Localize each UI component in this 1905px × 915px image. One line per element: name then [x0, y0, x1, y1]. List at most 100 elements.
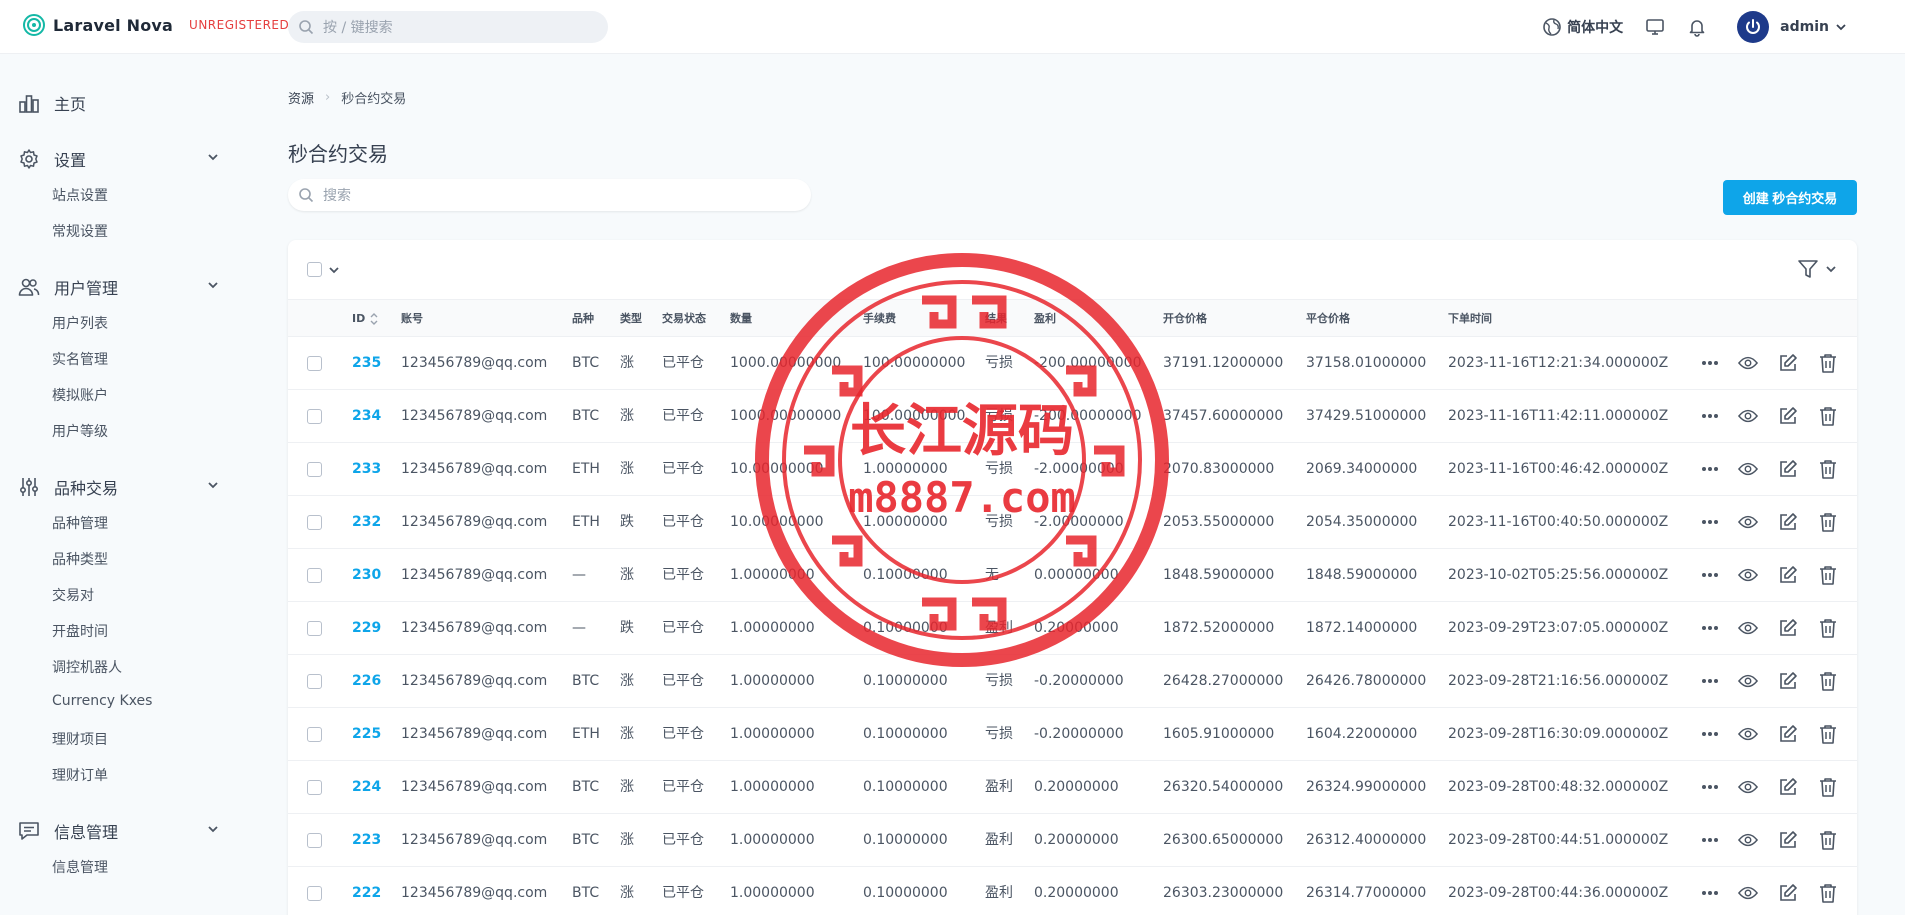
row-checkbox[interactable]	[307, 515, 322, 530]
delete-icon[interactable]	[1818, 883, 1838, 903]
row-checkbox[interactable]	[307, 833, 322, 848]
cell-id[interactable]: 230	[352, 549, 381, 602]
view-icon[interactable]	[1738, 406, 1758, 426]
sidebar-item-symbols[interactable]: 品种管理	[52, 513, 108, 533]
column-header-id[interactable]: ID	[352, 300, 378, 337]
delete-icon[interactable]	[1818, 353, 1838, 373]
more-icon[interactable]	[1700, 883, 1720, 903]
row-checkbox[interactable]	[307, 462, 322, 477]
view-icon[interactable]	[1738, 565, 1758, 585]
select-all-dropdown[interactable]	[307, 262, 340, 277]
edit-icon[interactable]	[1778, 777, 1798, 797]
delete-icon[interactable]	[1818, 724, 1838, 744]
cell-id[interactable]: 225	[352, 708, 381, 761]
more-icon[interactable]	[1700, 459, 1720, 479]
edit-icon[interactable]	[1778, 406, 1798, 426]
view-icon[interactable]	[1738, 883, 1758, 903]
delete-icon[interactable]	[1818, 830, 1838, 850]
avatar[interactable]	[1737, 11, 1770, 43]
resource-search-input[interactable]: 搜索	[288, 179, 811, 211]
cell-id[interactable]: 226	[352, 655, 381, 708]
view-icon[interactable]	[1738, 353, 1758, 373]
sidebar-item-user-list[interactable]: 用户列表	[52, 313, 108, 333]
more-icon[interactable]	[1700, 777, 1720, 797]
cell-id[interactable]: 229	[352, 602, 381, 655]
sidebar-item-wealth-projects[interactable]: 理财项目	[52, 729, 108, 749]
sidebar-group-settings[interactable]: 设置	[18, 147, 223, 171]
sidebar-group-users[interactable]: 用户管理	[18, 275, 223, 299]
delete-icon[interactable]	[1818, 671, 1838, 691]
more-icon[interactable]	[1700, 671, 1720, 691]
edit-icon[interactable]	[1778, 565, 1798, 585]
user-menu[interactable]: admin	[1780, 19, 1847, 35]
sidebar-item-bots[interactable]: 调控机器人	[52, 657, 122, 677]
language-switcher[interactable]: 简体中文	[1542, 17, 1623, 37]
sidebar-item-symbol-types[interactable]: 品种类型	[52, 549, 108, 569]
delete-icon[interactable]	[1818, 565, 1838, 585]
delete-icon[interactable]	[1818, 777, 1838, 797]
more-icon[interactable]	[1700, 512, 1720, 532]
more-icon[interactable]	[1700, 565, 1720, 585]
cell-id[interactable]: 233	[352, 443, 381, 496]
more-icon[interactable]	[1700, 830, 1720, 850]
cell-id[interactable]: 234	[352, 390, 381, 443]
more-icon[interactable]	[1700, 353, 1720, 373]
more-icon[interactable]	[1700, 406, 1720, 426]
edit-icon[interactable]	[1778, 512, 1798, 532]
row-checkbox[interactable]	[307, 409, 322, 424]
cell-id[interactable]: 222	[352, 867, 381, 915]
more-icon[interactable]	[1700, 618, 1720, 638]
sidebar-item-currency-kxes[interactable]: Currency Kxes	[52, 693, 152, 709]
sidebar-item-pairs[interactable]: 交易对	[52, 585, 94, 605]
row-checkbox[interactable]	[307, 727, 322, 742]
view-icon[interactable]	[1738, 724, 1758, 744]
sidebar-item-user-levels[interactable]: 用户等级	[52, 421, 108, 441]
row-checkbox[interactable]	[307, 356, 322, 371]
cell-id[interactable]: 235	[352, 337, 381, 390]
sidebar-item-kyc[interactable]: 实名管理	[52, 349, 108, 369]
sidebar-item-site-settings[interactable]: 站点设置	[52, 185, 108, 205]
sidebar-item-general-settings[interactable]: 常规设置	[52, 221, 108, 241]
desktop-icon[interactable]	[1645, 17, 1665, 37]
view-icon[interactable]	[1738, 830, 1758, 850]
global-search-input[interactable]: 按 / 键搜索	[288, 11, 608, 43]
view-icon[interactable]	[1738, 777, 1758, 797]
row-checkbox[interactable]	[307, 621, 322, 636]
sidebar-item-home[interactable]: 主页	[18, 91, 223, 115]
view-icon[interactable]	[1738, 512, 1758, 532]
sidebar-item-open-hours[interactable]: 开盘时间	[52, 621, 108, 641]
row-checkbox[interactable]	[307, 568, 322, 583]
sidebar-group-trading[interactable]: 品种交易	[18, 475, 223, 499]
edit-icon[interactable]	[1778, 724, 1798, 744]
view-icon[interactable]	[1738, 618, 1758, 638]
bell-icon[interactable]	[1687, 17, 1707, 37]
sidebar-item-demo-accounts[interactable]: 模拟账户	[52, 385, 108, 405]
cell-id[interactable]: 232	[352, 496, 381, 549]
edit-icon[interactable]	[1778, 618, 1798, 638]
delete-icon[interactable]	[1818, 459, 1838, 479]
sidebar-item-messages[interactable]: 信息管理	[52, 857, 108, 877]
cell-id[interactable]: 223	[352, 814, 381, 867]
edit-icon[interactable]	[1778, 459, 1798, 479]
delete-icon[interactable]	[1818, 512, 1838, 532]
filter-dropdown[interactable]	[1791, 258, 1837, 280]
edit-icon[interactable]	[1778, 353, 1798, 373]
edit-icon[interactable]	[1778, 830, 1798, 850]
row-checkbox[interactable]	[307, 674, 322, 689]
delete-icon[interactable]	[1818, 618, 1838, 638]
cell-id[interactable]: 224	[352, 761, 381, 814]
sidebar-item-wealth-orders[interactable]: 理财订单	[52, 765, 108, 785]
brand[interactable]: Laravel Nova UNREGISTERED	[22, 13, 289, 37]
select-all-checkbox[interactable]	[307, 262, 322, 277]
view-icon[interactable]	[1738, 671, 1758, 691]
delete-icon[interactable]	[1818, 406, 1838, 426]
breadcrumb-root[interactable]: 资源	[288, 88, 314, 107]
edit-icon[interactable]	[1778, 883, 1798, 903]
view-icon[interactable]	[1738, 459, 1758, 479]
row-checkbox[interactable]	[307, 780, 322, 795]
more-icon[interactable]	[1700, 724, 1720, 744]
edit-icon[interactable]	[1778, 671, 1798, 691]
create-resource-button[interactable]: 创建 秒合约交易	[1723, 180, 1857, 215]
sidebar-group-messages[interactable]: 信息管理	[18, 819, 223, 843]
row-checkbox[interactable]	[307, 886, 322, 901]
